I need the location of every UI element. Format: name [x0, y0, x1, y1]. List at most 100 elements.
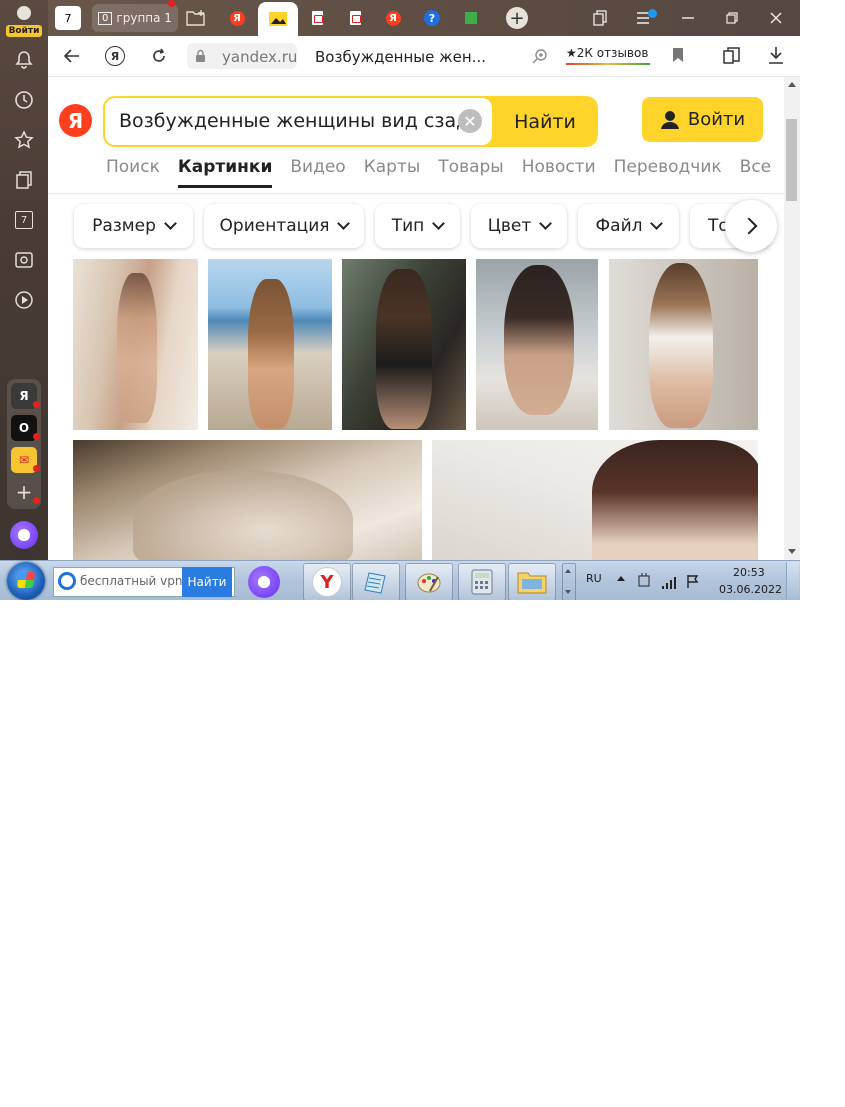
page-scrollbar[interactable] [784, 77, 800, 560]
green-square-icon [465, 12, 477, 24]
flag-icon[interactable] [686, 573, 700, 592]
show-desktop-button[interactable] [786, 562, 799, 599]
scroll-thumb[interactable] [786, 119, 797, 201]
collections-add-icon[interactable] [722, 46, 742, 68]
taskbar-scroll[interactable] [562, 563, 576, 600]
service-images[interactable]: Картинки [177, 157, 272, 188]
back-arrow-icon[interactable] [60, 44, 84, 68]
login-badge: Войти [6, 25, 42, 37]
image-result[interactable] [476, 259, 598, 430]
image-result[interactable] [609, 259, 758, 430]
image-result[interactable] [342, 259, 466, 430]
scroll-down-arrow[interactable] [788, 549, 796, 554]
screenshot-icon[interactable] [12, 248, 36, 272]
service-goods[interactable]: Товары [438, 157, 503, 188]
taskbar-explorer[interactable] [508, 563, 556, 600]
taskbar-yandex-browser[interactable]: Y [303, 563, 351, 600]
notification-dot [648, 9, 657, 18]
yandex-logo[interactable]: Я [59, 104, 92, 137]
restore-icon[interactable] [719, 6, 745, 30]
notification-dot [33, 497, 40, 504]
taskbar-calculator[interactable] [458, 563, 506, 600]
filter-type[interactable]: Тип [375, 204, 460, 248]
tab-new-group[interactable] [182, 4, 210, 32]
play-icon[interactable] [12, 288, 36, 312]
chevron-down-icon [539, 217, 553, 230]
taskbar-notepad[interactable] [352, 563, 400, 600]
question-icon: ? [424, 10, 440, 26]
image-result[interactable] [73, 259, 198, 430]
history-icon[interactable] [12, 88, 36, 112]
service-maps[interactable]: Карты [364, 157, 421, 188]
service-all[interactable]: Все [740, 157, 771, 188]
zoom-icon[interactable] [532, 48, 548, 68]
tab-green[interactable] [456, 4, 486, 32]
sidebar-app-mail[interactable]: ✉ [11, 447, 40, 473]
profile-button[interactable]: Войти [5, 4, 43, 40]
tray-expand-icon[interactable] [617, 576, 625, 581]
reviews-badge[interactable]: ★2К отзывов [566, 46, 650, 65]
service-video[interactable]: Видео [290, 157, 345, 188]
tabs-count-icon[interactable]: 7 [12, 208, 36, 232]
rating-underline [566, 63, 650, 65]
alice-icon[interactable] [10, 521, 38, 549]
star-icon[interactable] [12, 128, 36, 152]
url-domain[interactable]: yandex.ru [222, 48, 297, 66]
service-news[interactable]: Новости [522, 157, 596, 188]
yandex-home-icon[interactable]: Я [103, 44, 127, 68]
pdf-icon [349, 11, 361, 25]
nav-divider [48, 193, 784, 194]
clear-search-icon[interactable]: ✕ [458, 109, 482, 133]
tab-pdf-1[interactable] [302, 4, 332, 32]
chevron-down-icon [432, 217, 446, 230]
filter-orientation[interactable]: Ориентация [204, 204, 364, 248]
filters-next-button[interactable] [725, 200, 777, 252]
service-translate[interactable]: Переводчик [614, 157, 722, 188]
login-button[interactable]: Войти [642, 97, 763, 142]
new-tab-button[interactable]: + [503, 4, 531, 32]
tab-pdf-2[interactable] [340, 4, 370, 32]
search-input[interactable]: Возбужденные женщины вид сзади ✕ [105, 98, 492, 145]
notification-dot [33, 433, 40, 440]
service-search[interactable]: Поиск [106, 157, 160, 188]
tabs-overview-icon[interactable] [587, 6, 613, 30]
close-icon[interactable] [763, 6, 789, 30]
taskbar-search-button[interactable]: Найти [182, 567, 232, 597]
network-icon[interactable] [661, 574, 677, 593]
sidebar-add-button[interactable]: + [11, 479, 40, 505]
sidebar-app-music[interactable]: О [11, 415, 40, 441]
alice-taskbar-icon[interactable] [248, 566, 280, 598]
image-result[interactable] [73, 440, 422, 560]
image-result[interactable] [208, 259, 332, 430]
power-icon[interactable] [637, 572, 651, 592]
find-button[interactable]: Найти [494, 98, 596, 145]
menu-icon[interactable] [631, 6, 657, 30]
chevron-down-icon [650, 217, 664, 230]
collections-icon[interactable] [12, 168, 36, 192]
clock-time[interactable]: 20:53 [733, 566, 765, 579]
filter-file[interactable]: Файл [578, 204, 679, 248]
bell-icon[interactable] [12, 48, 36, 72]
tab-yandex-1[interactable]: Я [222, 4, 252, 32]
filter-size[interactable]: Размер [74, 204, 193, 248]
taskbar-paint[interactable] [405, 563, 453, 600]
scroll-up-arrow[interactable] [788, 82, 796, 87]
tab-images-active[interactable] [258, 2, 298, 36]
language-indicator[interactable]: RU [586, 572, 602, 585]
screen: Войти 7 Я О ✉ + 7 0 группа 1 Я Я ? + Я y… [0, 0, 800, 600]
ie-icon [58, 572, 76, 590]
notification-dot [33, 465, 40, 472]
download-icon[interactable] [768, 46, 784, 68]
minimize-icon[interactable] [675, 6, 701, 30]
start-button[interactable] [7, 562, 45, 600]
clock-date[interactable]: 03.06.2022 [719, 583, 782, 596]
tab-home[interactable]: 7 [52, 4, 84, 32]
tab-group[interactable]: 0 группа 1 [92, 0, 178, 32]
image-result[interactable] [432, 440, 758, 560]
sidebar-app-yandex[interactable]: Я [11, 383, 40, 409]
tab-yandex-2[interactable]: Я [378, 4, 408, 32]
reload-icon[interactable] [147, 44, 171, 68]
filter-color[interactable]: Цвет [471, 204, 567, 248]
bookmark-icon[interactable] [672, 47, 684, 67]
tab-question[interactable]: ? [417, 4, 447, 32]
